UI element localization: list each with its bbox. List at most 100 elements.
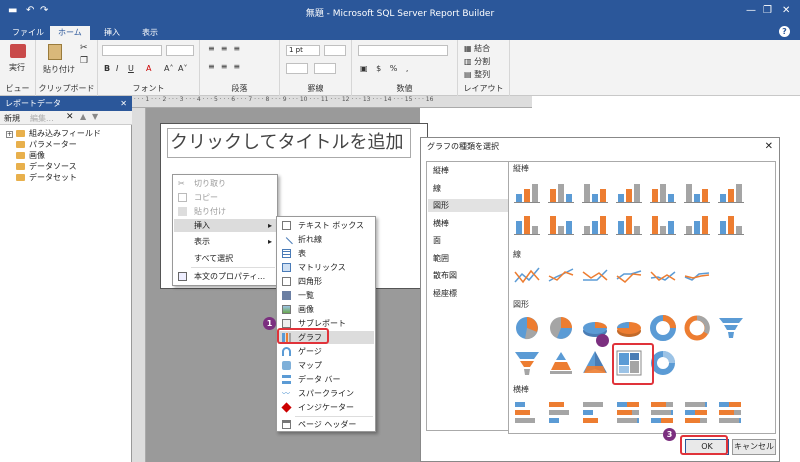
category-bar[interactable]: 横棒 — [428, 217, 510, 230]
underline-icon[interactable]: U — [128, 64, 134, 73]
menu-item-body-properties[interactable]: 本文のプロパティ... — [174, 270, 276, 283]
chart-thumb-column-0-4[interactable] — [649, 176, 677, 204]
chart-thumb-line-3[interactable] — [615, 262, 643, 290]
cut-icon[interactable]: ✂ — [80, 43, 88, 53]
move-down-icon[interactable]: ▼ — [92, 112, 98, 121]
cancel-button[interactable]: キャンセル — [732, 439, 776, 455]
tree-item-images[interactable]: 画像 — [16, 150, 45, 161]
bold-icon[interactable]: B — [104, 64, 110, 73]
font-color-icon[interactable]: A — [146, 64, 151, 73]
chart-thumb-column-1-4[interactable] — [649, 208, 677, 236]
align-icons[interactable]: ≡≡≡ — [208, 44, 246, 53]
shrink-font-icon[interactable]: A˅ — [178, 64, 187, 73]
category-range[interactable]: 範囲 — [428, 252, 510, 265]
menu-item-view[interactable]: 表示 ▸ — [174, 235, 276, 248]
menu-item-page-header[interactable]: ページ ヘッダー — [278, 418, 374, 431]
chart-thumb-bar-3[interactable] — [615, 398, 643, 426]
category-column[interactable]: 縦棒 — [428, 164, 510, 177]
new-button[interactable]: 新規 — [4, 113, 20, 124]
chart-thumb-shape-4[interactable] — [649, 314, 677, 342]
chart-thumb-shape-1[interactable] — [547, 314, 575, 342]
menu-item-sparkline[interactable]: 〰スパークライン — [278, 387, 374, 400]
chart-thumb-line-4[interactable] — [649, 262, 677, 290]
menu-item-rectangle[interactable]: 四角形 — [278, 275, 374, 288]
split-button[interactable]: ▥ 分割 — [464, 56, 490, 67]
help-icon[interactable]: ? — [779, 26, 790, 37]
menu-item-indicator[interactable]: インジケーター — [278, 401, 374, 414]
copy-icon[interactable]: ❐ — [80, 56, 88, 66]
chart-thumb-bar-5[interactable] — [683, 398, 711, 426]
chart-thumb-column-0-6[interactable] — [717, 176, 745, 204]
grow-font-icon[interactable]: A˄ — [164, 64, 173, 73]
tree-item-data-sources[interactable]: データソース — [16, 161, 77, 172]
menu-item-textbox[interactable]: テキスト ボックス — [278, 219, 374, 232]
chart-thumb-shape-3[interactable] — [615, 314, 643, 342]
chart-thumb-column-1-2[interactable] — [581, 208, 609, 236]
menu-item-insert[interactable]: 挿入 ▸ — [174, 219, 276, 232]
menu-item-copy[interactable]: コピー — [174, 191, 276, 204]
chart-thumb-line-5[interactable] — [683, 262, 711, 290]
chart-thumb-line-2[interactable] — [581, 262, 609, 290]
menu-item-paste[interactable]: 貼り付け — [174, 205, 276, 218]
menu-item-map[interactable]: マップ — [278, 359, 374, 372]
paste-icon[interactable] — [48, 44, 62, 60]
run-label[interactable]: 実行 — [9, 62, 25, 73]
chart-thumb-column-1-5[interactable] — [683, 208, 711, 236]
chart-thumb-column-1-1[interactable] — [547, 208, 575, 236]
merge-button[interactable]: ▦ 結合 — [464, 43, 490, 54]
title-textbox[interactable]: クリックしてタイトルを追加 — [167, 128, 411, 158]
borders-select[interactable] — [314, 63, 336, 74]
tab-home[interactable]: ホーム — [50, 26, 90, 40]
delete-icon[interactable]: ✕ — [66, 112, 74, 122]
align-button[interactable]: ▤ 整列 — [464, 69, 490, 80]
valign-icons[interactable]: ≡≡≡ — [208, 62, 246, 71]
menu-item-gauge[interactable]: ゲージ — [278, 345, 374, 358]
chart-thumb-shape-5[interactable] — [683, 314, 711, 342]
number-format-icons[interactable]: ▣ $ % , — [360, 64, 411, 73]
maximize-icon[interactable]: ❐ — [763, 5, 772, 16]
chart-thumb-column-0-2[interactable] — [581, 176, 609, 204]
chart-thumb-column-0-0[interactable] — [513, 176, 541, 204]
font-size-select[interactable] — [166, 45, 194, 56]
chart-thumb-bar-6[interactable] — [717, 398, 745, 426]
tree-item-datasets[interactable]: データセット — [16, 172, 77, 183]
menu-item-databar[interactable]: データ バー — [278, 373, 374, 386]
tab-view[interactable]: 表示 — [134, 26, 166, 40]
category-line[interactable]: 線 — [428, 182, 510, 195]
menu-item-table[interactable]: 表 — [278, 247, 374, 260]
move-up-icon[interactable]: ▲ — [80, 112, 86, 121]
chart-thumb-shape2-1[interactable] — [547, 349, 575, 377]
number-format-select[interactable] — [358, 45, 448, 56]
tree-item-parameters[interactable]: パラメーター — [16, 139, 77, 150]
chart-thumb-shape2-0[interactable] — [513, 349, 541, 377]
menu-item-matrix[interactable]: マトリックス — [278, 261, 374, 274]
minimize-icon[interactable]: — — [746, 5, 756, 16]
chart-thumb-column-0-3[interactable] — [615, 176, 643, 204]
edit-button[interactable]: 編集... — [30, 113, 54, 124]
tab-file[interactable]: ファイル — [4, 26, 52, 40]
chart-thumb-column-0-1[interactable] — [547, 176, 575, 204]
category-polar[interactable]: 極座標 — [428, 287, 510, 300]
tree-item-builtin-fields[interactable]: + 組み込みフィールド — [6, 128, 101, 139]
chart-thumb-column-0-5[interactable] — [683, 176, 711, 204]
chart-thumb-line-0[interactable] — [513, 262, 541, 290]
chart-thumb-column-1-3[interactable] — [615, 208, 643, 236]
menu-item-image[interactable]: 画像 — [278, 303, 374, 316]
chart-thumb-bar-2[interactable] — [581, 398, 609, 426]
border-style-select[interactable] — [324, 45, 346, 56]
font-family-select[interactable] — [102, 45, 162, 56]
chart-thumb-shape2-2[interactable] — [581, 349, 609, 377]
chart-thumb-line-1[interactable] — [547, 262, 575, 290]
tab-insert[interactable]: 挿入 — [96, 26, 128, 40]
border-size-select[interactable]: 1 pt — [286, 45, 320, 56]
chart-thumb-bar-0[interactable] — [513, 398, 541, 426]
chart-thumb-bar-4[interactable] — [649, 398, 677, 426]
dialog-close-icon[interactable]: ✕ — [765, 141, 773, 152]
run-icon[interactable] — [10, 44, 26, 58]
close-icon[interactable]: ✕ — [782, 5, 790, 16]
chart-thumb-shape-6[interactable] — [717, 314, 745, 342]
chart-thumb-column-1-6[interactable] — [717, 208, 745, 236]
category-area[interactable]: 面 — [428, 234, 510, 247]
menu-item-line[interactable]: 折れ線 — [278, 233, 374, 250]
chart-thumb-column-1-0[interactable] — [513, 208, 541, 236]
